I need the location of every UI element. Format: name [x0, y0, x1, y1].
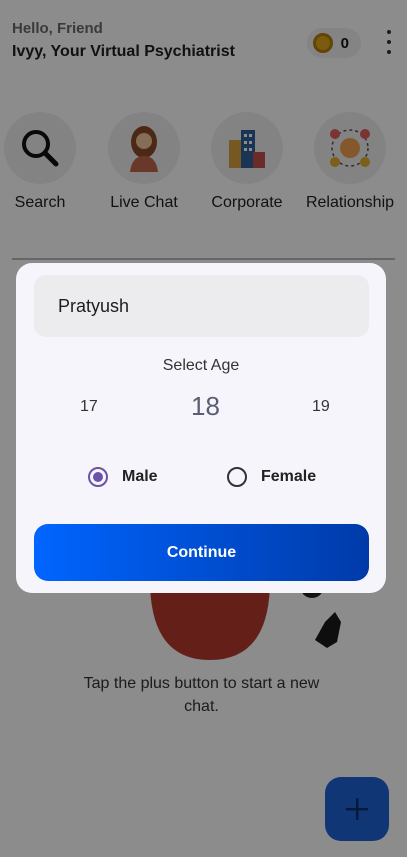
age-option-selected[interactable]: 18: [191, 391, 220, 422]
gender-female-radio[interactable]: Female: [227, 467, 316, 487]
gender-female-label: Female: [261, 468, 317, 485]
select-age-label: Select Age: [162, 357, 240, 374]
age-option-next[interactable]: 19: [312, 398, 330, 416]
radio-checked-icon: [88, 467, 108, 487]
name-field[interactable]: Pratyush: [34, 275, 369, 337]
gender-male-radio[interactable]: Male: [88, 467, 158, 487]
gender-male-label: Male: [122, 468, 158, 485]
continue-button[interactable]: Continue: [34, 524, 369, 581]
age-option-prev[interactable]: 17: [80, 398, 98, 416]
radio-unchecked-icon: [227, 467, 247, 487]
profile-dialog: Pratyush Select Age 17 18 19 Male Female…: [16, 263, 386, 593]
gender-radio-group: Male Female: [16, 467, 386, 491]
